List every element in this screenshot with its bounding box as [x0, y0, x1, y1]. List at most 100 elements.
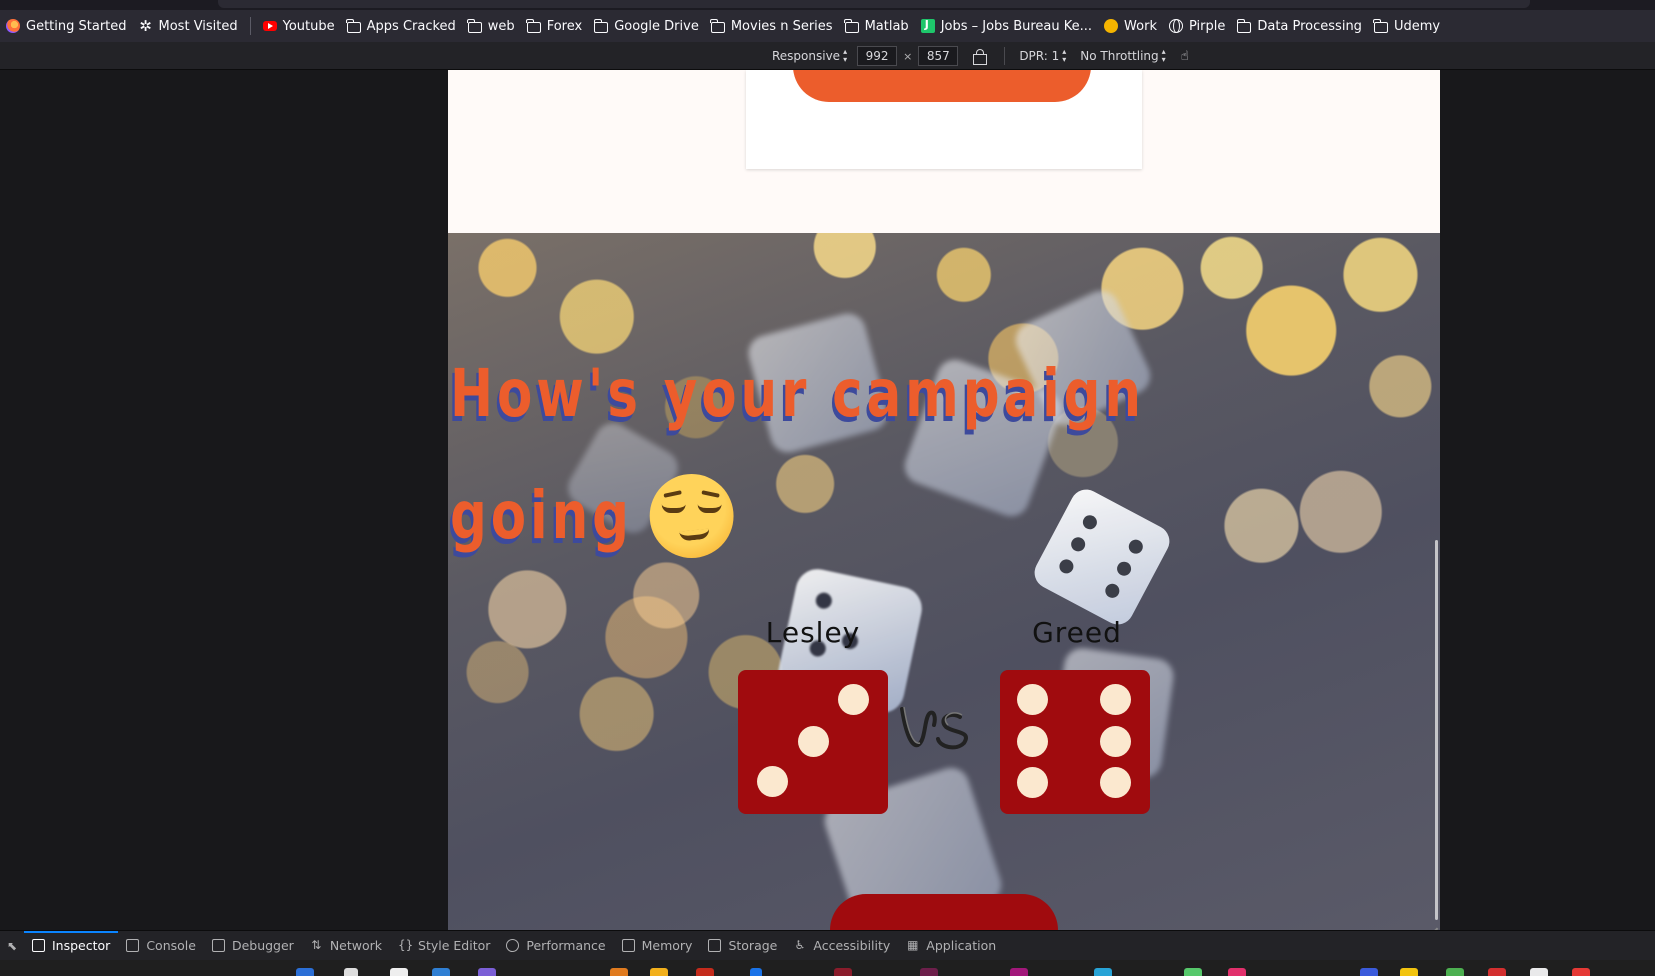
device-label: Responsive — [772, 49, 841, 63]
bookmark-most-visited[interactable]: ✲ Most Visited — [133, 13, 244, 39]
app-icon[interactable] — [1530, 968, 1548, 976]
bookmark-folder-movies[interactable]: Movies n Series — [705, 13, 839, 39]
throttling-selector[interactable]: No Throttling ▴ ▾ — [1076, 46, 1169, 66]
app-icon[interactable] — [478, 968, 496, 976]
app-icon[interactable] — [834, 968, 852, 976]
bookmark-label: Movies n Series — [730, 18, 833, 34]
touch-simulation-icon[interactable]: ☝ — [1176, 47, 1194, 65]
bookmark-youtube[interactable]: Youtube — [257, 13, 341, 39]
url-bar[interactable] — [218, 0, 1530, 8]
viewport-width-input[interactable]: 992 — [857, 46, 898, 66]
tab-label: Memory — [641, 938, 693, 953]
player-2-die-six — [1000, 670, 1150, 814]
badge-icon[interactable] — [750, 968, 762, 976]
app-icon[interactable] — [610, 968, 628, 976]
tab-storage[interactable]: Storage — [700, 931, 785, 961]
vs-label: vs — [894, 695, 994, 755]
folder-icon — [467, 18, 482, 33]
search-icon[interactable] — [344, 968, 358, 976]
memory-icon — [621, 939, 635, 952]
bookmark-label: Getting Started — [26, 18, 127, 34]
bookmark-folder-apps-cracked[interactable]: Apps Cracked — [341, 13, 462, 39]
tab-label: Style Editor — [418, 938, 491, 953]
folder-icon — [710, 18, 725, 33]
app-icon[interactable] — [920, 968, 938, 976]
app-icon[interactable] — [1094, 968, 1112, 976]
tab-style-editor[interactable]: {} Style Editor — [390, 931, 498, 961]
tab-performance[interactable]: Performance — [498, 931, 613, 961]
select-arrows-icon: ▴ ▾ — [843, 47, 848, 64]
bookmark-folder-udemy[interactable]: Udemy — [1368, 13, 1446, 39]
bookmark-label: Jobs – Jobs Bureau Ke... — [940, 18, 1093, 34]
browser-window: Getting Started ✲ Most Visited Youtube A… — [0, 0, 1655, 976]
console-icon — [126, 939, 140, 952]
bookmarks-toolbar: Getting Started ✲ Most Visited Youtube A… — [0, 10, 1655, 42]
device-selector[interactable]: Responsive ▴ ▾ — [768, 46, 851, 66]
bookmark-label: Youtube — [282, 18, 335, 34]
tab-label: Debugger — [231, 938, 294, 953]
tab-debugger[interactable]: Debugger — [204, 931, 302, 961]
tab-label: Network — [329, 938, 383, 953]
folder-app-icon[interactable] — [650, 968, 668, 976]
rdm-controls: Responsive ▴ ▾ 992 × 857 DPR: 1 ▴ ▾ No Thr… — [768, 45, 1194, 67]
bookmark-pirple[interactable]: Pirple — [1163, 13, 1231, 39]
bookmark-label: Most Visited — [158, 18, 238, 34]
app-icon[interactable] — [1360, 968, 1378, 976]
tab-label: Performance — [526, 938, 606, 953]
tab-label: Storage — [728, 938, 778, 953]
devtools-toolbar: ⬉ Inspector Console Debugger ⇅ Network {… — [0, 930, 1655, 960]
task-view-icon[interactable] — [390, 968, 408, 976]
app-icon[interactable] — [1010, 968, 1028, 976]
select-arrows-icon: ▴ ▾ — [1161, 47, 1166, 64]
card-cta-button[interactable] — [793, 70, 1091, 102]
os-taskbar — [0, 960, 1655, 976]
content-card — [746, 70, 1142, 169]
notification-badge-icon[interactable] — [1572, 968, 1590, 976]
bookmark-folder-matlab[interactable]: Matlab — [839, 13, 915, 39]
start-icon[interactable] — [296, 968, 314, 976]
app-icon[interactable] — [1488, 968, 1506, 976]
dpr-label: DPR: 1 — [1019, 49, 1060, 63]
bookmark-work[interactable]: Work — [1098, 13, 1163, 39]
tab-accessibility[interactable]: ♿ Accessibility — [785, 931, 898, 961]
jobs-icon — [920, 18, 935, 33]
app-icon[interactable] — [1184, 968, 1202, 976]
bookmark-folder-google-drive[interactable]: Google Drive — [588, 13, 705, 39]
app-icon[interactable] — [696, 968, 714, 976]
bookmark-folder-forex[interactable]: Forex — [521, 13, 589, 39]
relieved-face-emoji-icon — [650, 474, 734, 558]
bookmark-getting-started[interactable]: Getting Started — [0, 13, 133, 39]
dpr-selector[interactable]: DPR: 1 ▴ ▾ — [1015, 46, 1070, 66]
page-scrollbar[interactable] — [1435, 540, 1438, 920]
select-arrows-icon: ▴ ▾ — [1062, 47, 1067, 64]
bookmark-jobs[interactable]: Jobs – Jobs Bureau Ke... — [915, 13, 1098, 39]
tab-label: Console — [146, 938, 196, 953]
viewport-height-input[interactable]: 857 — [918, 46, 959, 66]
app-icon[interactable] — [1446, 968, 1464, 976]
emulated-page: How's your campaign going Lesley Greed — [448, 70, 1440, 930]
roll-dice-button[interactable] — [830, 894, 1058, 930]
app-icon[interactable] — [1228, 968, 1246, 976]
tab-application[interactable]: ▦ Application — [898, 931, 1004, 961]
performance-icon — [506, 939, 520, 952]
element-picker-icon[interactable]: ⬉ — [0, 931, 24, 961]
tab-memory[interactable]: Memory — [614, 931, 701, 961]
tab-network[interactable]: ⇅ Network — [302, 931, 390, 961]
app-icon[interactable] — [1400, 968, 1418, 976]
player-1-name: Lesley — [765, 616, 861, 649]
tab-inspector[interactable]: Inspector — [24, 930, 119, 961]
bookmark-label: Udemy — [1393, 18, 1441, 34]
headline-line-2: going — [450, 477, 633, 554]
style-editor-icon: {} — [398, 938, 414, 952]
app-icon[interactable] — [432, 968, 450, 976]
work-icon — [1104, 19, 1119, 33]
headline-line-2-wrapper: going — [450, 455, 1074, 577]
folder-icon — [593, 18, 609, 33]
rotate-viewport-icon[interactable] — [970, 47, 988, 65]
firefox-icon — [6, 19, 20, 33]
viewport-resize-handle[interactable] — [1426, 916, 1438, 928]
debugger-icon — [211, 939, 225, 952]
bookmark-folder-data-processing[interactable]: Data Processing — [1231, 13, 1368, 39]
bookmark-folder-web[interactable]: web — [462, 13, 521, 39]
tab-console[interactable]: Console — [118, 931, 204, 961]
